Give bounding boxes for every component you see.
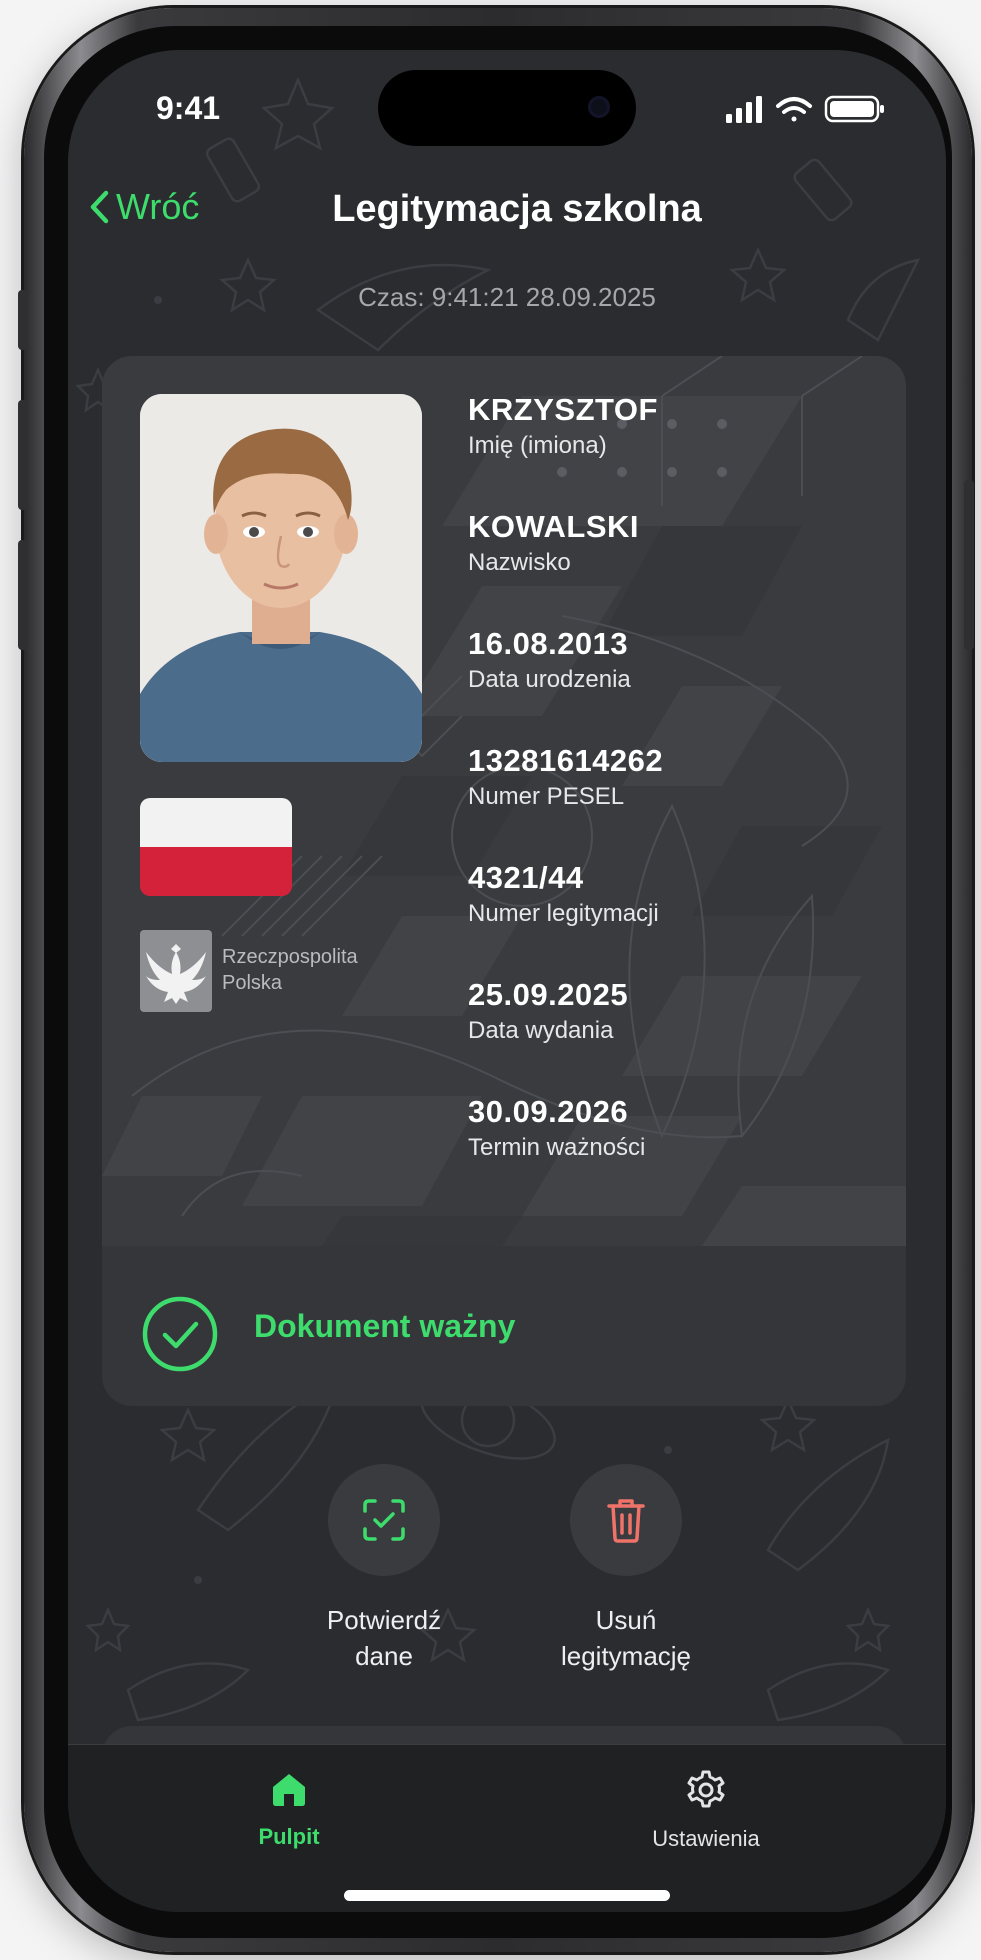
issue-date-value: 25.09.2025 [468, 977, 629, 1012]
card-fields: KRZYSZTOF Imię (imiona) KOWALSKI Nazwisk… [468, 390, 888, 1209]
confirm-data-button[interactable]: Potwierdź dane [284, 1464, 484, 1674]
delete-id-circle [570, 1464, 682, 1576]
front-camera [588, 96, 610, 118]
delete-id-label: Usuń legitymację [526, 1602, 726, 1674]
id-card: Rzeczpospolita Polska KRZYSZTOF Imię (im… [102, 356, 906, 1406]
delete-label-line-2: legitymację [560, 1641, 692, 1671]
scan-check-icon [363, 1499, 405, 1541]
last-name-value: KOWALSKI [468, 509, 640, 544]
check-circle-icon [142, 1296, 218, 1372]
gear-icon [687, 1770, 725, 1808]
field-first-name: KRZYSZTOF Imię (imiona) [468, 390, 888, 507]
tab-pulpit-label: Pulpit [258, 1824, 320, 1849]
wifi-icon [776, 97, 812, 122]
confirm-data-label: Potwierdź dane [284, 1602, 484, 1674]
card-body: Rzeczpospolita Polska KRZYSZTOF Imię (im… [102, 356, 906, 1246]
pesel-label: Numer PESEL [468, 783, 625, 810]
confirm-label-line-2: dane [355, 1641, 413, 1671]
tab-pulpit[interactable]: Pulpit [189, 1769, 389, 1850]
birth-date-value: 16.08.2013 [468, 626, 629, 661]
pesel-value: 13281614262 [468, 743, 664, 778]
volume-up-button [18, 400, 28, 510]
first-name-label: Imię (imiona) [468, 432, 607, 459]
field-pesel: 13281614262 Numer PESEL [468, 741, 888, 858]
battery-icon [824, 95, 884, 123]
field-birth-date: 16.08.2013 Data urodzenia [468, 624, 888, 741]
student-photo [140, 394, 422, 762]
id-number-label: Numer legitymacji [468, 900, 659, 927]
home-indicator[interactable] [344, 1890, 670, 1901]
country-line-2: Polska [222, 972, 283, 994]
tab-settings[interactable]: Ustawienia [606, 1769, 806, 1852]
confirm-label-line-1: Potwierdź [326, 1605, 442, 1635]
id-number-value: 4321/44 [468, 860, 584, 895]
timestamp: Czas: 9:41:21 28.09.2025 [358, 282, 656, 312]
screen: 9:41 Wróć Legitymacja szkolna Czas: 9:41… [68, 50, 946, 1912]
signal-icon [726, 96, 762, 123]
expiry-date-label: Termin ważności [468, 1134, 646, 1161]
eagle-emblem-icon [140, 930, 212, 1012]
field-id-number: 4321/44 Numer legitymacji [468, 858, 888, 975]
field-last-name: KOWALSKI Nazwisko [468, 507, 888, 624]
trash-icon [607, 1499, 645, 1543]
delete-label-line-1: Usuń [595, 1605, 657, 1635]
status-label: Dokument ważny [254, 1308, 516, 1344]
dynamic-island [378, 70, 636, 146]
field-expiry-date: 30.09.2026 Termin ważności [468, 1092, 888, 1209]
status-time: 9:41 [156, 90, 221, 126]
tab-settings-label: Ustawienia [652, 1826, 760, 1851]
country-line-1: Rzeczpospolita [222, 946, 358, 968]
delete-id-button[interactable]: Usuń legitymację [526, 1464, 726, 1674]
first-name-value: KRZYSZTOF [468, 392, 658, 427]
expiry-date-value: 30.09.2026 [468, 1094, 629, 1129]
birth-date-label: Data urodzenia [468, 666, 631, 693]
polish-flag [140, 798, 292, 896]
tab-bar: Pulpit Ustawienia [68, 1744, 946, 1912]
home-icon [273, 1774, 305, 1806]
field-issue-date: 25.09.2025 Data wydania [468, 975, 888, 1092]
country-name: Rzeczpospolita Polska [222, 944, 358, 996]
silent-switch [18, 290, 28, 350]
page-title: Legitymacja szkolna [332, 188, 702, 230]
last-name-label: Nazwisko [468, 549, 571, 576]
confirm-data-circle [328, 1464, 440, 1576]
power-button [964, 480, 974, 650]
issue-date-label: Data wydania [468, 1017, 614, 1044]
volume-down-button [18, 540, 28, 650]
document-status: Dokument ważny [102, 1246, 906, 1406]
status-icons [726, 95, 884, 123]
